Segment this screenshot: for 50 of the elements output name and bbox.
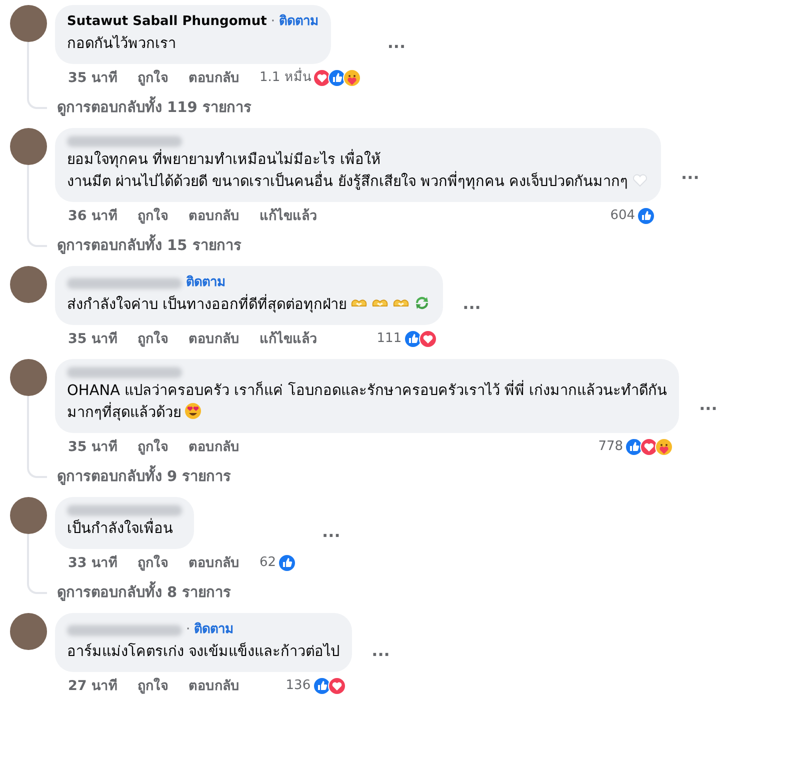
reaction-count[interactable]: 604 bbox=[610, 207, 636, 225]
avatar[interactable] bbox=[10, 613, 47, 650]
follow-link[interactable]: ติดตาม bbox=[186, 274, 226, 292]
like-link[interactable]: ถูกใจ bbox=[138, 330, 168, 348]
avatar[interactable] bbox=[10, 266, 47, 303]
author-name[interactable]: Sutawut Saball Phungomut bbox=[67, 13, 267, 31]
reaction-count[interactable]: 111 bbox=[376, 330, 402, 348]
reaction-count[interactable]: 778 bbox=[598, 438, 624, 456]
reply-link[interactable]: ตอบกลับ bbox=[188, 69, 240, 87]
timestamp[interactable]: 36 นาที bbox=[68, 207, 118, 225]
like-link[interactable]: ถูกใจ bbox=[138, 69, 168, 87]
reaction-count[interactable]: 62 bbox=[260, 554, 276, 572]
reply-link[interactable]: ตอบกลับ bbox=[188, 438, 240, 456]
comment-text: อาร์มแม่งโคตรเก่ง จงเข้มแข็งและก้าวต่อไป bbox=[67, 644, 340, 660]
more-options-button[interactable]: ··· bbox=[383, 33, 410, 60]
reply-link[interactable]: ตอบกลับ bbox=[188, 677, 240, 695]
more-options-button[interactable]: ··· bbox=[677, 164, 704, 190]
edited-label: แก้ไขแล้ว bbox=[260, 330, 318, 348]
view-replies-link[interactable]: ดูการตอบกลับทั้ง 15 รายการ bbox=[57, 236, 242, 256]
separator-dot: · bbox=[186, 621, 190, 639]
timestamp[interactable]: 35 นาที bbox=[68, 330, 118, 348]
view-replies-link[interactable]: ดูการตอบกลับทั้ง 8 รายการ bbox=[57, 583, 232, 603]
follow-link[interactable]: ติดตาม bbox=[278, 13, 319, 31]
follow-link[interactable]: ติดตาม bbox=[194, 621, 234, 639]
avatar[interactable] bbox=[10, 497, 47, 534]
avatar[interactable] bbox=[10, 359, 47, 396]
comment-text: กอดกันไว้พวกเรา bbox=[67, 36, 176, 52]
more-options-button[interactable]: ··· bbox=[695, 394, 722, 422]
edited-label: แก้ไขแล้ว bbox=[260, 207, 318, 225]
reply-link[interactable]: ตอบกลับ bbox=[188, 554, 240, 572]
timestamp[interactable]: 33 นาที bbox=[68, 554, 118, 572]
like-link[interactable]: ถูกใจ bbox=[138, 438, 168, 456]
view-replies-link[interactable]: ดูการตอบกลับทั้ง 119 รายการ bbox=[57, 98, 252, 118]
reply-link[interactable]: ตอบกลับ bbox=[188, 207, 240, 225]
like-link[interactable]: ถูกใจ bbox=[138, 677, 168, 695]
more-options-button[interactable]: ··· bbox=[458, 294, 485, 321]
timestamp[interactable]: 27 นาที bbox=[68, 677, 118, 695]
timestamp[interactable]: 35 นาที bbox=[68, 438, 118, 456]
avatar[interactable] bbox=[10, 128, 47, 165]
reaction-count[interactable]: 1.1 หมื่น bbox=[260, 69, 312, 87]
avatar[interactable] bbox=[10, 5, 47, 42]
reply-link[interactable]: ตอบกลับ bbox=[188, 330, 240, 348]
like-link[interactable]: ถูกใจ bbox=[138, 554, 168, 572]
more-options-button[interactable]: ··· bbox=[318, 522, 344, 548]
view-replies-link[interactable]: ดูการตอบกลับทั้ง 9 รายการ bbox=[57, 467, 232, 487]
reaction-count[interactable]: 136 bbox=[286, 677, 311, 695]
more-options-button[interactable]: ··· bbox=[368, 641, 394, 668]
timestamp[interactable]: 35 นาที bbox=[68, 69, 118, 87]
separator-dot: · bbox=[270, 13, 275, 31]
like-link[interactable]: ถูกใจ bbox=[138, 207, 168, 225]
